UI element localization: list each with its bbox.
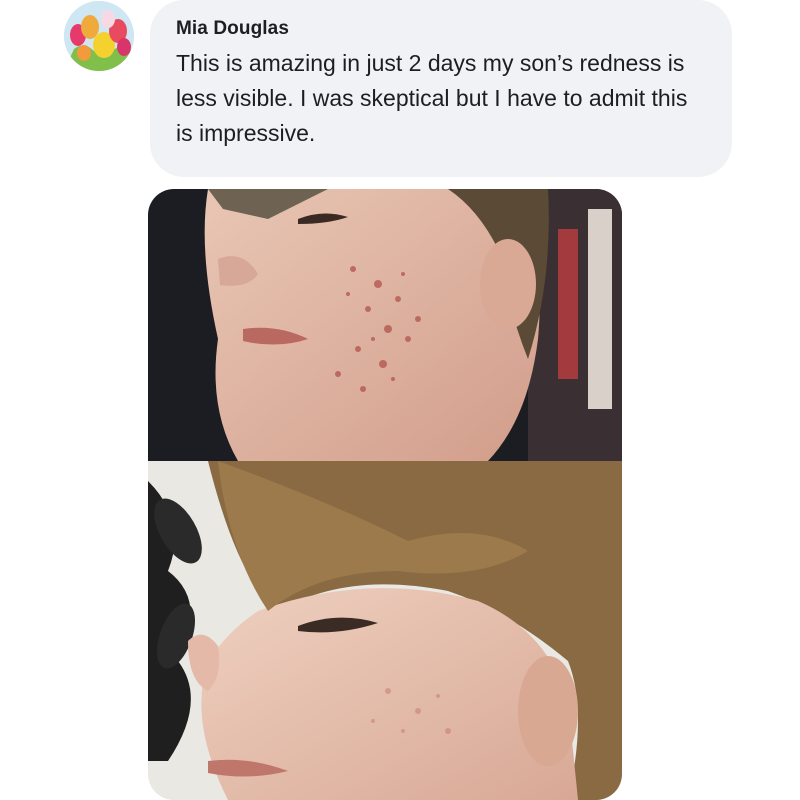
before-photo-image [148, 189, 622, 461]
after-photo[interactable] [148, 461, 622, 800]
after-photo-image [148, 461, 622, 800]
avatar[interactable] [64, 1, 134, 71]
comment-bubble: Mia Douglas This is amazing in just 2 da… [150, 0, 732, 177]
tulips-avatar-icon [64, 1, 134, 71]
comment-text: This is amazing in just 2 days my son’s … [176, 50, 688, 146]
before-photo[interactable] [148, 189, 622, 461]
comment-author[interactable]: Mia Douglas [176, 18, 708, 40]
